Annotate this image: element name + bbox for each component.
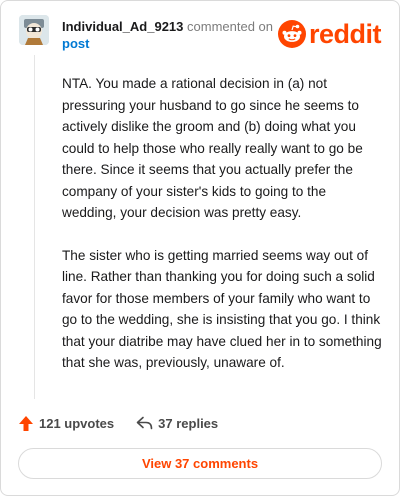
- comment-paragraph-2: The sister who is getting married seems …: [62, 247, 382, 371]
- reddit-snoo-icon: [277, 20, 306, 48]
- view-comments-button[interactable]: View 37 comments: [18, 448, 382, 479]
- upvote-count: 121 upvotes: [39, 415, 115, 431]
- comment-card: Individual_Ad_9213 commented on post red…: [0, 0, 400, 496]
- comment-actions: 121 upvotes 37 replies: [18, 411, 218, 435]
- reddit-wordmark: reddit: [308, 19, 382, 49]
- reply-count: 37 replies: [158, 415, 219, 431]
- post-link[interactable]: post: [62, 35, 273, 52]
- commented-on-label: commented on: [187, 19, 274, 34]
- avatar-image: [19, 15, 49, 45]
- replies-button[interactable]: 37 replies: [136, 416, 218, 431]
- upvote-button[interactable]: 121 upvotes: [18, 415, 114, 432]
- reddit-logo[interactable]: reddit: [277, 18, 382, 50]
- avatar[interactable]: [19, 15, 49, 45]
- comment-meta: Individual_Ad_9213 commented on post: [62, 18, 273, 52]
- thread-line[interactable]: [34, 55, 35, 399]
- comment-paragraph-1: NTA. You made a rational decision in (a)…: [62, 76, 363, 220]
- username[interactable]: Individual_Ad_9213: [62, 19, 183, 34]
- comment-header: Individual_Ad_9213 commented on post red…: [19, 15, 382, 55]
- comment-body: NTA. You made a rational decision in (a)…: [62, 73, 384, 395]
- reply-arrow-icon: [136, 416, 153, 430]
- upvote-arrow-icon: [19, 415, 33, 431]
